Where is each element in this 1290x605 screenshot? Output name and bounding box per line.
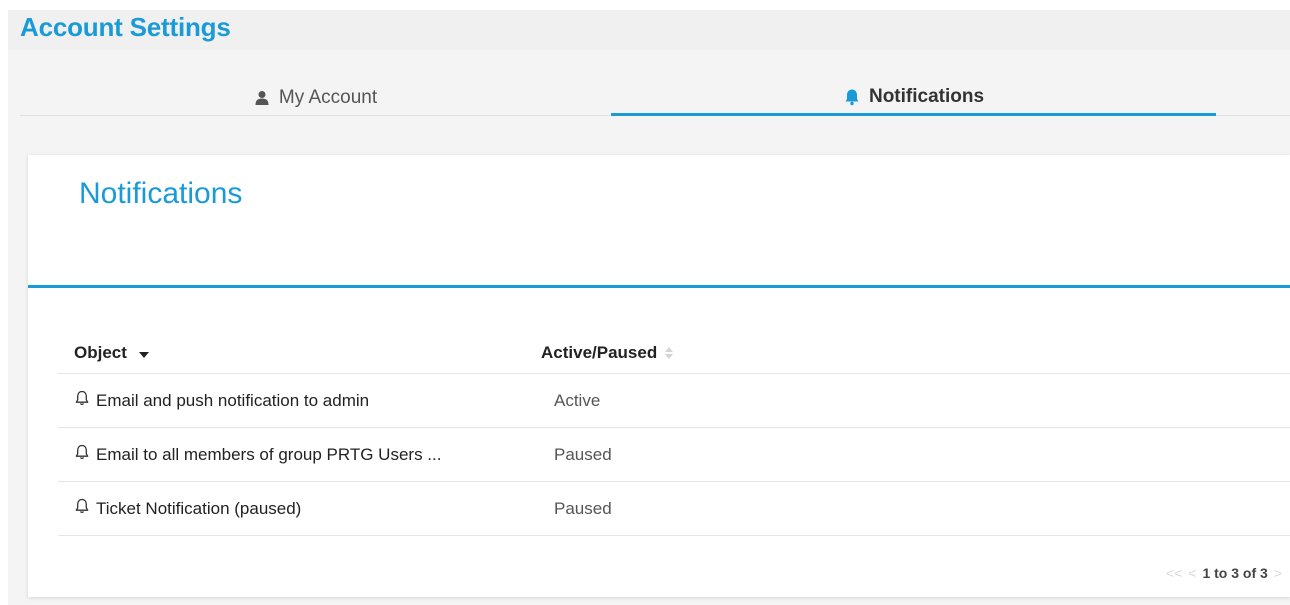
column-label: Object bbox=[74, 343, 127, 362]
tab-label: My Account bbox=[278, 86, 378, 108]
sort-descending-icon bbox=[138, 351, 149, 358]
tab-my-account[interactable]: My Account bbox=[20, 80, 610, 116]
object-name: Email and push notification to admin bbox=[96, 390, 370, 410]
page-title: Account Settings bbox=[20, 12, 231, 42]
table-row: Email and push notification to admin Act… bbox=[58, 374, 1290, 428]
page-range: 1 to 3 of 3 bbox=[1202, 565, 1268, 581]
status-cell: Paused bbox=[554, 498, 612, 518]
bell-icon bbox=[843, 88, 861, 106]
status-cell: Paused bbox=[554, 444, 612, 464]
notifications-table: Object Active/Paused Email and push noti… bbox=[58, 333, 1290, 536]
tab-label: Notifications bbox=[868, 85, 985, 107]
user-icon bbox=[253, 89, 271, 107]
table-row: Ticket Notification (paused) Paused bbox=[58, 482, 1290, 536]
table-header: Object Active/Paused bbox=[58, 333, 1290, 374]
object-link[interactable]: Ticket Notification (paused) bbox=[74, 482, 534, 535]
notifications-card: Notifications Object Active/Paused Email… bbox=[28, 155, 1290, 597]
table-row: Email to all members of group PRTG Users… bbox=[58, 428, 1290, 482]
pagination: << < 1 to 3 of 3 > bbox=[1166, 565, 1282, 581]
column-header-active-paused[interactable]: Active/Paused bbox=[541, 333, 674, 373]
prev-page-button[interactable]: < bbox=[1188, 565, 1196, 581]
object-link[interactable]: Email to all members of group PRTG Users… bbox=[74, 428, 534, 481]
first-page-button[interactable]: << bbox=[1166, 565, 1182, 581]
status-cell: Active bbox=[554, 390, 601, 410]
object-link[interactable]: Email and push notification to admin bbox=[74, 374, 534, 427]
card-divider bbox=[28, 285, 1290, 288]
bell-outline-icon bbox=[74, 390, 90, 411]
bell-outline-icon bbox=[74, 498, 90, 519]
object-name: Email to all members of group PRTG Users… bbox=[96, 444, 442, 464]
tab-bar-line bbox=[1216, 115, 1290, 116]
next-page-button[interactable]: > bbox=[1274, 565, 1282, 581]
sort-icon bbox=[665, 347, 674, 359]
card-title: Notifications bbox=[79, 177, 243, 210]
bell-outline-icon bbox=[74, 444, 90, 465]
object-name: Ticket Notification (paused) bbox=[96, 498, 302, 518]
tab-notifications[interactable]: Notifications bbox=[611, 80, 1216, 116]
column-label: Active/Paused bbox=[541, 343, 658, 362]
column-header-object[interactable]: Object bbox=[74, 333, 534, 373]
